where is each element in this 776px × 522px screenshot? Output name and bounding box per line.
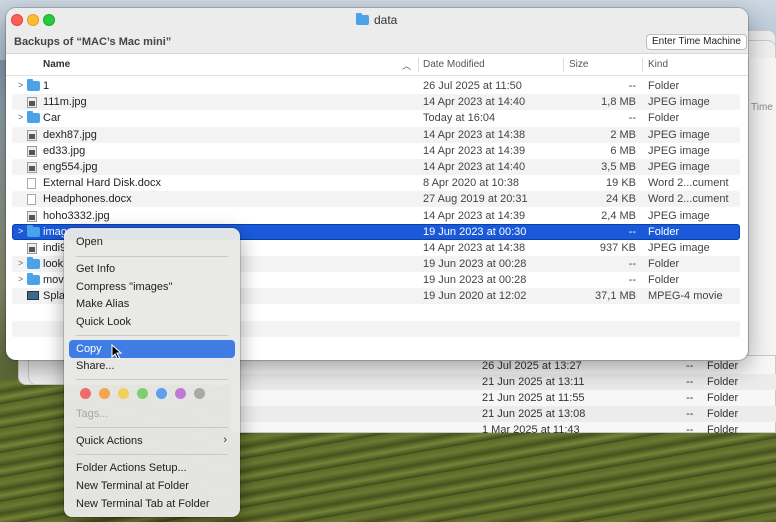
- tag-yellow-icon[interactable]: [118, 388, 129, 399]
- column-header: Name ︿ Date Modified Size Kind: [6, 54, 748, 76]
- disclosure-chevron-icon[interactable]: >: [18, 274, 23, 284]
- list-item[interactable]: 21 Jun 2025 at 13:08 -- Folder: [231, 406, 776, 422]
- list-item[interactable]: 1 Mar 2025 at 11:43 -- Folder: [231, 422, 776, 438]
- image-file-icon: [27, 97, 37, 109]
- menu-item-folder-actions-setup[interactable]: Folder Actions Setup...: [69, 459, 235, 477]
- list-item[interactable]: 21 Jun 2025 at 13:11 -- Folder: [231, 374, 776, 390]
- menu-item-make-alias[interactable]: Make Alias: [69, 295, 235, 313]
- tag-blue-icon[interactable]: [156, 388, 167, 399]
- tag-purple-icon[interactable]: [175, 388, 186, 399]
- table-row[interactable]: 111m.jpg 14 Apr 2023 at 14:40 1,8 MB JPEG i…: [6, 94, 748, 111]
- backup-label: Backups of “MAC’s Mac mini”: [14, 36, 172, 48]
- folder-icon: [356, 13, 369, 25]
- sort-chevron-icon[interactable]: ︿: [402, 59, 411, 72]
- tag-orange-icon[interactable]: [99, 388, 110, 399]
- menu-item-share[interactable]: Share...: [69, 357, 235, 375]
- menu-item-tags[interactable]: Tags...: [69, 405, 235, 423]
- column-kind[interactable]: Kind: [648, 59, 668, 70]
- menu-item-open[interactable]: Open: [69, 233, 235, 251]
- image-file-icon: [27, 129, 37, 141]
- disclosure-chevron-icon[interactable]: >: [18, 80, 23, 90]
- tag-gray-icon[interactable]: [194, 388, 205, 399]
- background-window-list[interactable]: 26 Jul 2025 at 13:27 -- Folder 21 Jun 2025…: [230, 355, 776, 436]
- menu-separator: [76, 454, 228, 455]
- folder-icon: [27, 257, 40, 270]
- submenu-chevron-icon: ›: [223, 434, 227, 446]
- time-machine-bar: Backups of “MAC’s Mac mini” Enter Time M…: [6, 32, 748, 54]
- list-item[interactable]: 26 Jul 2025 at 13:27 -- Folder: [231, 358, 776, 374]
- tag-green-icon[interactable]: [137, 388, 148, 399]
- context-menu: Open Get Info Compress "images" Make Ali…: [64, 228, 240, 517]
- movie-file-icon: [27, 291, 39, 301]
- minimize-button[interactable]: [27, 14, 39, 26]
- title-bar[interactable]: data: [6, 8, 748, 32]
- disclosure-chevron-icon[interactable]: >: [18, 112, 23, 122]
- zoom-button[interactable]: [43, 14, 55, 26]
- table-row[interactable]: dexh87.jpg 14 Apr 2023 at 14:38 2 MB JPEG i…: [6, 126, 748, 143]
- menu-item-new-terminal[interactable]: New Terminal at Folder: [69, 477, 235, 495]
- table-row[interactable]: >1 26 Jul 2025 at 11:50 -- Folder: [6, 78, 748, 94]
- column-date[interactable]: Date Modified: [423, 59, 485, 70]
- menu-item-quick-look[interactable]: Quick Look: [69, 313, 235, 331]
- close-button[interactable]: [11, 14, 23, 26]
- image-file-icon: [27, 242, 37, 254]
- column-divider[interactable]: [642, 58, 643, 72]
- tag-red-icon[interactable]: [80, 388, 91, 399]
- menu-item-quick-actions[interactable]: Quick Actions ›: [69, 432, 235, 450]
- document-icon: [27, 178, 36, 190]
- menu-item-new-terminal-tab[interactable]: New Terminal Tab at Folder: [69, 495, 235, 513]
- menu-separator: [76, 335, 228, 336]
- column-name[interactable]: Name: [43, 59, 70, 70]
- folder-icon: [27, 111, 40, 124]
- folder-icon: [27, 273, 40, 286]
- column-divider[interactable]: [563, 58, 564, 72]
- menu-item-compress[interactable]: Compress "images": [69, 278, 235, 296]
- window-title: data: [356, 12, 397, 28]
- menu-item-get-info[interactable]: Get Info: [69, 260, 235, 278]
- disclosure-chevron-icon[interactable]: >: [18, 258, 23, 268]
- background-window-edge: Time M: [748, 58, 776, 358]
- list-item[interactable]: 21 Jun 2025 at 11:55 -- Folder: [231, 390, 776, 406]
- table-row[interactable]: Headphones.docx 27 Aug 2019 at 20:31 24 KB…: [6, 191, 748, 208]
- table-row[interactable]: ed33.jpg 14 Apr 2023 at 14:39 6 MB JPEG ima…: [6, 143, 748, 159]
- disclosure-chevron-icon[interactable]: >: [18, 226, 23, 236]
- menu-separator: [76, 256, 228, 257]
- background-column-header: Time M: [751, 102, 776, 113]
- document-icon: [27, 194, 36, 206]
- menu-separator: [76, 427, 228, 428]
- window-title-text: data: [374, 13, 398, 27]
- enter-time-machine-button[interactable]: Enter Time Machine: [646, 34, 747, 50]
- image-file-icon: [27, 210, 37, 222]
- table-row[interactable]: > Car Today at 16:04 -- Folder: [6, 110, 748, 126]
- image-file-icon: [27, 145, 37, 157]
- column-size[interactable]: Size: [569, 59, 588, 70]
- table-row[interactable]: eng554.jpg 14 Apr 2023 at 14:40 3,5 MB JPEG…: [6, 158, 748, 175]
- image-file-icon: [27, 161, 37, 173]
- table-row[interactable]: External Hard Disk.docx 8 Apr 2020 at 10:…: [6, 175, 748, 191]
- table-row[interactable]: hoho3332.jpg 14 Apr 2023 at 14:39 2,4 MB JP…: [6, 208, 748, 224]
- menu-item-copy[interactable]: Copy: [69, 340, 235, 358]
- mouse-cursor-icon: [111, 344, 123, 360]
- column-divider[interactable]: [418, 58, 419, 72]
- menu-separator: [76, 379, 228, 380]
- folder-icon: [27, 79, 40, 91]
- folder-icon: [27, 224, 40, 237]
